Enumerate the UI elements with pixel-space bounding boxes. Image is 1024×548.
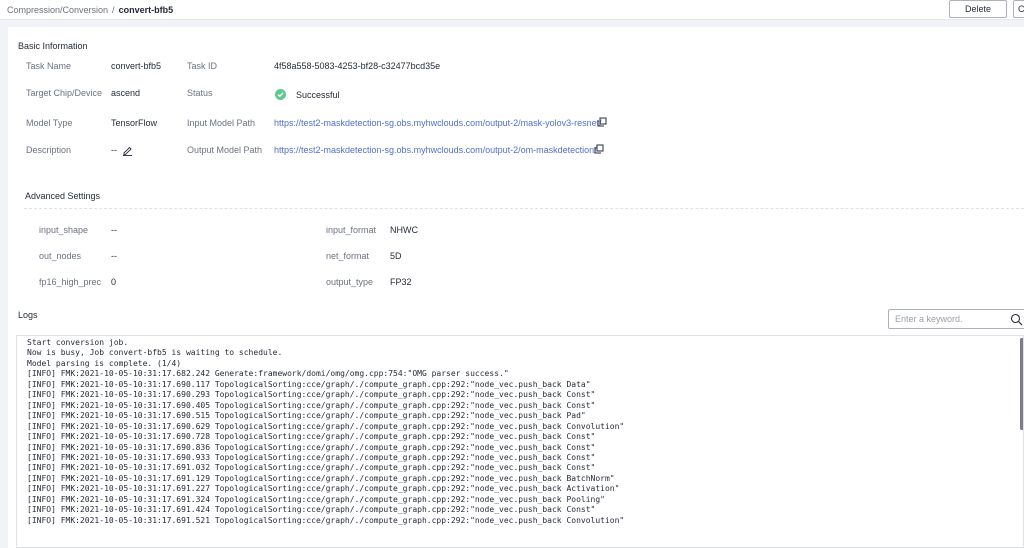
log-line: [INFO] FMK:2021-10-05-10:31:17.690.293 T… <box>27 390 596 400</box>
log-line: [INFO] FMK:2021-10-05-10:31:17.690.836 T… <box>27 442 596 452</box>
basic-info-title: Basic Information <box>18 41 88 51</box>
log-line: [INFO] FMK:2021-10-05-10:31:17.690.405 T… <box>27 400 596 410</box>
output-model-path-label: Output Model Path <box>187 145 263 155</box>
log-line: [INFO] FMK:2021-10-05-10:31:17.690.117 T… <box>27 379 591 389</box>
log-line: Model parsing is complete. (1/4) <box>27 358 182 368</box>
input-format-value: NHWC <box>390 225 418 235</box>
breadcrumb-parent-link[interactable]: Compression/Conversion <box>7 5 108 15</box>
input-model-path-label: Input Model Path <box>187 118 256 128</box>
fp16-high-prec-value: 0 <box>111 277 117 287</box>
fp16-high-prec-label: fp16_high_prec <box>39 277 102 287</box>
target-device-value: ascend <box>111 88 141 98</box>
log-viewer[interactable]: Start conversion job. Now is busy, Job co… <box>16 335 1024 548</box>
copy-icon[interactable] <box>594 144 604 154</box>
log-line: [INFO] FMK:2021-10-05-10:31:17.691.227 T… <box>27 484 620 494</box>
status-value: Successful <box>296 90 340 100</box>
log-line: [INFO] FMK:2021-10-05-10:31:17.690.933 T… <box>27 452 596 462</box>
log-scrollbar[interactable] <box>1020 336 1023 547</box>
breadcrumb: Compression/Conversion / convert-bfb5 <box>7 5 173 15</box>
log-search-box[interactable] <box>888 309 1024 329</box>
status-label: Status <box>187 88 213 98</box>
out-nodes-value: -- <box>111 251 117 261</box>
check-circle-icon <box>275 89 286 100</box>
output-type-label: output_type <box>326 277 374 287</box>
log-line: [INFO] FMK:2021-10-05-10:31:17.682.242 G… <box>27 369 509 379</box>
log-scrollbar-thumb[interactable] <box>1020 338 1023 430</box>
log-search-input[interactable] <box>895 313 1005 325</box>
task-detail-card: Basic Information Task Name convert-bfb5… <box>8 27 1024 548</box>
log-line: [INFO] FMK:2021-10-05-10:31:17.691.424 T… <box>27 505 596 515</box>
log-line: Start conversion job. <box>27 338 129 347</box>
log-line: [INFO] FMK:2021-10-05-10:31:17.690.629 T… <box>27 421 625 431</box>
delete-button[interactable]: Delete <box>949 0 1007 18</box>
more-button[interactable]: C <box>1013 0 1024 18</box>
net-format-label: net_format <box>326 251 370 261</box>
input-shape-label: input_shape <box>39 225 89 235</box>
logs-title: Logs <box>18 310 38 320</box>
description-label: Description <box>26 145 72 155</box>
target-device-label: Target Chip/Device <box>26 88 103 98</box>
input-model-path-link[interactable]: https://test2-maskdetection-sg.obs.myhwc… <box>274 118 602 128</box>
log-line: [INFO] FMK:2021-10-05-10:31:17.691.032 T… <box>27 463 596 473</box>
log-line: [INFO] FMK:2021-10-05-10:31:17.690.515 T… <box>27 411 586 421</box>
log-line: Now is busy, Job convert-bfb5 is waiting… <box>27 348 283 358</box>
log-line: [INFO] FMK:2021-10-05-10:31:17.691.324 T… <box>27 494 605 504</box>
log-line: [INFO] FMK:2021-10-05-10:31:17.690.728 T… <box>27 432 596 442</box>
search-icon[interactable] <box>1010 313 1023 326</box>
breadcrumb-separator: / <box>112 5 115 15</box>
advanced-settings-title: Advanced Settings <box>25 191 101 201</box>
log-lines: Start conversion job. Now is busy, Job co… <box>27 338 624 526</box>
edit-icon[interactable] <box>122 145 133 156</box>
out-nodes-label: out_nodes <box>39 251 82 261</box>
description-value: -- <box>111 145 117 155</box>
task-id-value: 4f58a558-5083-4253-bf28-c32477bcd35e <box>274 61 441 71</box>
task-name-value: convert-bfb5 <box>111 61 162 71</box>
copy-icon[interactable] <box>597 117 607 127</box>
model-type-label: Model Type <box>26 118 73 128</box>
top-bar: Compression/Conversion / convert-bfb5 Dele… <box>0 0 1024 20</box>
log-line: [INFO] FMK:2021-10-05-10:31:17.691.129 T… <box>27 473 615 483</box>
output-model-path-link[interactable]: https://test2-maskdetection-sg.obs.myhwc… <box>274 145 597 155</box>
log-line: [INFO] FMK:2021-10-05-10:31:17.691.521 T… <box>27 515 625 525</box>
model-type-value: TensorFlow <box>111 118 158 128</box>
task-id-label: Task ID <box>187 61 218 71</box>
output-type-value: FP32 <box>390 277 412 287</box>
task-name-label: Task Name <box>26 61 72 71</box>
input-shape-value: -- <box>111 225 117 235</box>
section-divider <box>24 208 1024 209</box>
breadcrumb-current: convert-bfb5 <box>118 5 174 15</box>
input-format-label: input_format <box>326 225 377 235</box>
net-format-value: 5D <box>390 251 402 261</box>
